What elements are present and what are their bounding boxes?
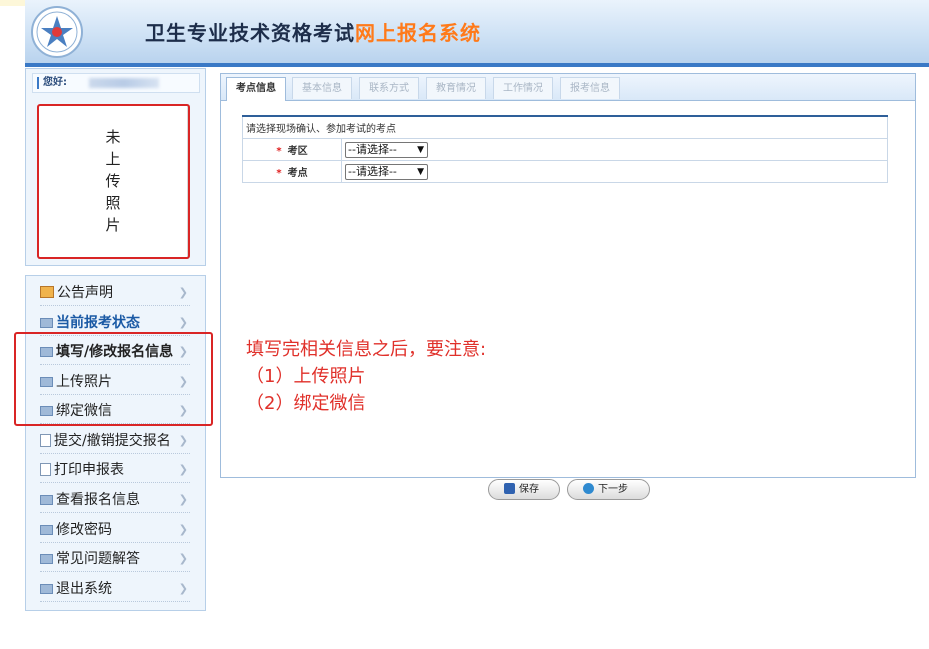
document-icon	[40, 463, 51, 476]
tab-exam-info[interactable]: 报考信息	[560, 77, 620, 99]
chevron-down-icon: ▼	[417, 144, 424, 155]
chevron-down-icon: ▼	[417, 166, 424, 177]
card-icon	[40, 584, 53, 594]
sidebar-menu: 公告声明 ❯ 当前报考状态 ❯ 填写/修改报名信息 ❯ 上传照片 ❯ 绑定微信 ❯ 提交/…	[25, 275, 206, 611]
select-value: --请选择--	[348, 142, 397, 156]
sidebar-item-label: 当前报考状态	[56, 315, 140, 331]
document-icon	[40, 434, 51, 447]
sidebar-item-faq[interactable]: 常见问题解答 ❯	[40, 546, 190, 572]
sidebar-item-submit[interactable]: 提交/撤销提交报名 ❯	[40, 428, 190, 454]
sidebar-item-label: 查看报名信息	[56, 492, 140, 508]
field-label: * 考点	[242, 160, 342, 183]
form-row-district: * 考区 --请选择-- ▼	[242, 138, 888, 161]
logo-emblem-icon	[31, 6, 83, 58]
required-mark: *	[276, 168, 282, 179]
field-label: * 考区	[242, 138, 342, 161]
sidebar-item-view-info[interactable]: 查看报名信息 ❯	[40, 487, 190, 513]
main-panel: 考点信息 基本信息 联系方式 教育情况 工作情况 报考信息 请选择现场确认、参加…	[220, 73, 916, 478]
sidebar-item-print[interactable]: 打印申报表 ❯	[40, 457, 190, 483]
app-header: 卫生专业技术资格考试网上报名系统	[25, 0, 929, 67]
save-button[interactable]: 保存	[488, 479, 560, 500]
sidebar-item-logout[interactable]: 退出系统 ❯	[40, 576, 190, 602]
save-button-label: 保存	[519, 484, 539, 495]
next-button-label: 下一步	[598, 484, 628, 495]
field-cell: --请选择-- ▼	[341, 138, 888, 161]
field-cell: --请选择-- ▼	[341, 160, 888, 183]
tab-work[interactable]: 工作情况	[493, 77, 553, 99]
annotation-menu-box	[14, 332, 213, 426]
annotation-note-line1: 填写完相关信息之后，要注意:	[246, 339, 487, 360]
annotation-note-line2: （1）上传照片	[246, 366, 366, 387]
sidebar-item-label: 公告声明	[57, 285, 113, 301]
sidebar-item-label: 修改密码	[56, 522, 112, 538]
chevron-right-icon: ❯	[178, 286, 188, 299]
tab-education[interactable]: 教育情况	[426, 77, 486, 99]
exam-site-select[interactable]: --请选择-- ▼	[345, 163, 428, 180]
sidebar-item-label: 打印申报表	[54, 462, 124, 478]
app-title-main: 卫生专业技术资格考试	[145, 21, 355, 45]
home-icon	[40, 286, 54, 298]
sidebar-item-label: 常见问题解答	[56, 551, 140, 567]
form-heading: 请选择现场确认、参加考试的考点	[242, 115, 888, 139]
card-icon	[40, 554, 53, 564]
sidebar-item-change-password[interactable]: 修改密码 ❯	[40, 517, 190, 543]
app-title-highlight: 网上报名系统	[355, 21, 481, 45]
sidebar-item-announcement[interactable]: 公告声明 ❯	[40, 280, 190, 306]
chevron-right-icon: ❯	[178, 523, 188, 536]
annotation-note-line3: （2）绑定微信	[246, 393, 366, 414]
field-label-text: 考区	[287, 146, 308, 157]
floppy-disk-icon	[504, 483, 515, 494]
user-greeting-bar: 您好:	[32, 73, 200, 93]
card-icon	[40, 318, 53, 328]
username-redacted	[89, 78, 159, 88]
exam-site-form: 请选择现场确认、参加考试的考点 * 考区 --请选择-- ▼ * 考点 --请选择--…	[242, 115, 888, 183]
select-value: --请选择--	[348, 164, 397, 178]
chevron-right-icon: ❯	[178, 463, 188, 476]
tab-bar: 考点信息 基本信息 联系方式 教育情况 工作情况 报考信息	[221, 74, 915, 101]
chevron-right-icon: ❯	[178, 552, 188, 565]
tab-exam-site[interactable]: 考点信息	[226, 77, 286, 101]
app-title: 卫生专业技术资格考试网上报名系统	[145, 17, 481, 46]
form-row-site: * 考点 --请选择-- ▼	[242, 160, 888, 183]
sidebar-item-label: 退出系统	[56, 581, 112, 597]
sidebar-item-label: 提交/撤销提交报名	[54, 433, 171, 449]
field-label-text: 考点	[287, 168, 308, 179]
required-mark: *	[276, 146, 282, 157]
chevron-right-icon: ❯	[178, 493, 188, 506]
chevron-right-icon: ❯	[178, 434, 188, 447]
tab-basic-info[interactable]: 基本信息	[292, 77, 352, 99]
chevron-right-icon: ❯	[178, 582, 188, 595]
arrow-right-icon	[583, 483, 594, 494]
card-icon	[40, 525, 53, 535]
annotation-photo-box	[37, 104, 190, 259]
card-icon	[40, 495, 53, 505]
district-select[interactable]: --请选择-- ▼	[345, 141, 428, 158]
tab-contact[interactable]: 联系方式	[359, 77, 419, 99]
user-greeting: 您好:	[43, 77, 67, 88]
next-step-button[interactable]: 下一步	[567, 479, 650, 500]
